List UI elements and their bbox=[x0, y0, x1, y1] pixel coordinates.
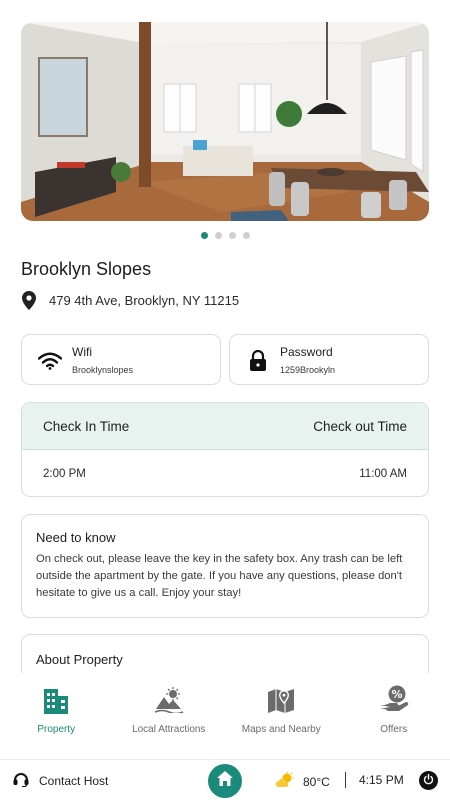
location-pin-icon bbox=[21, 290, 37, 310]
contact-host-label: Contact Host bbox=[39, 774, 109, 788]
need-to-know-title: Need to know bbox=[36, 530, 116, 545]
svg-text:%: % bbox=[391, 688, 402, 701]
power-button[interactable] bbox=[419, 771, 438, 790]
address-text: 479 4th Ave, Brooklyn, NY 11215 bbox=[49, 292, 240, 308]
property-name: Brooklyn Slopes bbox=[21, 259, 152, 279]
checkin-times: 2:00 PM 11:00 AM bbox=[22, 450, 428, 496]
carousel-dot-4[interactable] bbox=[242, 232, 250, 239]
contact-host-button[interactable]: Contact Host bbox=[13, 772, 108, 790]
weather-widget: 80°C bbox=[275, 772, 330, 791]
wifi-label: Wifi bbox=[72, 345, 92, 359]
offers-icon: % bbox=[378, 685, 410, 715]
carousel-dot-2[interactable] bbox=[214, 232, 222, 239]
home-button[interactable] bbox=[208, 764, 242, 798]
temperature: 80°C bbox=[303, 774, 330, 789]
tab-maps-nearby[interactable]: Maps and Nearby bbox=[225, 673, 338, 759]
checkout-time: 11:00 AM bbox=[359, 467, 407, 480]
tab-offers-label: Offers bbox=[380, 724, 408, 735]
password-label: Password bbox=[280, 345, 333, 359]
carousel-indicator[interactable] bbox=[0, 232, 450, 239]
checkin-time: 2:00 PM bbox=[43, 467, 86, 480]
map-icon bbox=[265, 685, 297, 715]
need-to-know-card: Need to know On check out, please leave … bbox=[21, 514, 429, 618]
tab-maps-nearby-label: Maps and Nearby bbox=[241, 724, 321, 735]
property-address: 479 4th Ave, Brooklyn, NY 11215 bbox=[21, 290, 239, 310]
tab-bar: Property Local Attractions Maps and Near… bbox=[0, 673, 450, 759]
tab-property-label: Property bbox=[37, 724, 76, 735]
wifi-name: Brooklynslopes bbox=[72, 365, 134, 375]
lock-icon bbox=[245, 348, 271, 374]
tab-local-attractions[interactable]: Local Attractions bbox=[113, 673, 226, 759]
power-icon bbox=[423, 772, 434, 790]
property-photo-image bbox=[21, 22, 429, 221]
tab-offers[interactable]: % Offers bbox=[338, 673, 450, 759]
tab-property[interactable]: Property bbox=[0, 673, 113, 759]
password-card[interactable]: Password 1259Brookyln bbox=[229, 334, 429, 385]
attractions-icon bbox=[153, 685, 185, 715]
checkin-card: Check In Time Check out Time 2:00 PM 11:… bbox=[21, 402, 429, 497]
wifi-icon bbox=[37, 348, 63, 374]
wifi-card[interactable]: Wifi Brooklynslopes bbox=[21, 334, 221, 385]
checkin-header: Check In Time Check out Time bbox=[22, 403, 428, 450]
system-bar: Contact Host 80°C 4:15 PM bbox=[0, 759, 450, 800]
checkin-label: Check In Time bbox=[43, 418, 130, 434]
partly-sunny-icon bbox=[275, 772, 295, 791]
carousel-dot-3[interactable] bbox=[228, 232, 236, 239]
password-value: 1259Brookyln bbox=[280, 365, 336, 375]
status-divider bbox=[345, 772, 346, 788]
property-photo[interactable] bbox=[21, 22, 429, 221]
headset-icon bbox=[13, 772, 29, 790]
clock-time: 4:15 PM bbox=[359, 773, 404, 787]
carousel-dot-1[interactable] bbox=[200, 232, 208, 239]
about-property-title: About Property bbox=[36, 652, 123, 667]
home-icon bbox=[217, 771, 233, 791]
tab-local-attractions-label: Local Attractions bbox=[132, 724, 206, 735]
building-icon bbox=[40, 685, 72, 715]
checkout-label: Check out Time bbox=[313, 418, 407, 434]
need-to-know-text: On check out, please leave the key in th… bbox=[36, 553, 403, 599]
